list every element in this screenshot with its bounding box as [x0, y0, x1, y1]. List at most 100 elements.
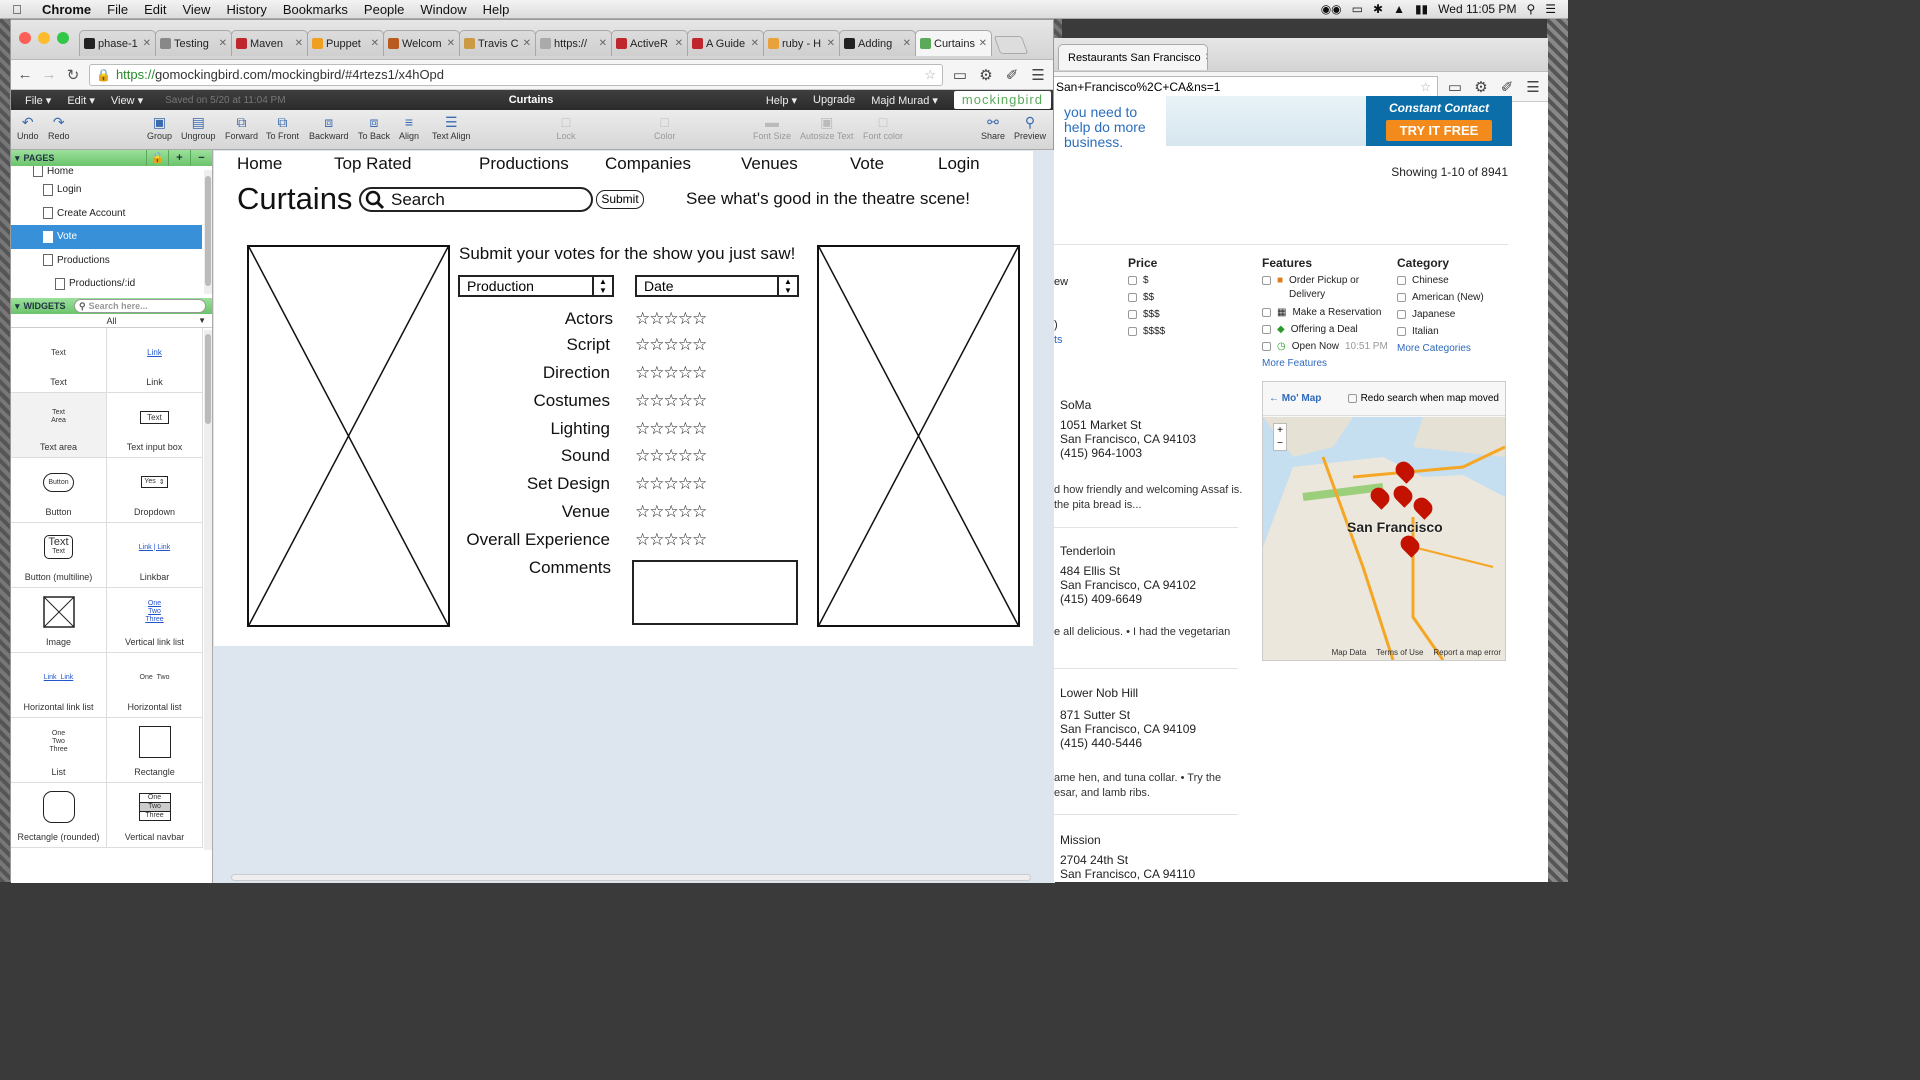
close-tab-icon[interactable]: ✕ — [219, 38, 227, 49]
widget-filter-select[interactable]: All ▼ — [11, 314, 212, 328]
mock-vote-heading[interactable]: Submit your votes for the show you just … — [459, 244, 795, 264]
page-item-productions-id[interactable]: Productions/:id — [11, 272, 212, 296]
widget-text-input-box[interactable]: Text Text input box — [107, 393, 203, 458]
app-menu-edit[interactable]: Edit ▾ — [59, 94, 103, 107]
mock-comments-box[interactable] — [632, 560, 798, 625]
align-button[interactable]: ≡ Align — [399, 113, 419, 141]
mock-label-direction[interactable]: Direction — [543, 363, 610, 383]
mockup-page[interactable]: Home Top Rated Productions Companies Ven… — [214, 151, 1033, 646]
widget-horizontal-list[interactable]: One Two Horizontal list — [107, 653, 203, 718]
category-italian[interactable]: Italian — [1397, 325, 1439, 339]
mock-stars-set-design[interactable]: ☆☆☆☆☆ — [635, 474, 707, 494]
checkbox[interactable] — [1347, 394, 1357, 403]
mock-date-dropdown[interactable]: Date ▲ ▼ — [635, 275, 799, 297]
menu-history[interactable]: History — [218, 2, 274, 17]
widget-link[interactable]: Link Link — [107, 328, 203, 393]
spotlight-icon[interactable]: ⚲ — [1526, 2, 1535, 16]
mock-nav-companies[interactable]: Companies — [605, 154, 691, 174]
add-page-button[interactable]: + — [168, 150, 190, 166]
price-filter-1[interactable]: $ — [1128, 274, 1149, 288]
cast-icon[interactable]: ▭ — [1446, 78, 1464, 96]
close-tab-icon[interactable]: ✕ — [295, 38, 303, 49]
close-tab-icon[interactable]: ✕ — [447, 38, 455, 49]
checkbox[interactable] — [1128, 310, 1137, 319]
second-url-field[interactable]: San+Francisco%2C+CA&ns=1 ☆ — [1054, 75, 1438, 98]
backward-button[interactable]: ⧈ Backward — [309, 113, 349, 142]
zoom-out-icon[interactable]: − — [1277, 438, 1283, 449]
clock[interactable]: Wed 11:05 PM — [1438, 2, 1516, 16]
map-widget[interactable]: ← Mo' Map Redo search when map moved + − … — [1262, 381, 1506, 661]
close-tab-icon[interactable]: ✕ — [979, 38, 987, 49]
redo-search-toggle[interactable]: Redo search when map moved — [1347, 393, 1499, 404]
yelp-tab[interactable]: Restaurants San Francisco ✕ — [1058, 44, 1208, 70]
zoom-in-icon[interactable]: + — [1277, 425, 1283, 436]
notifications-icon[interactable]: ☰ — [1545, 2, 1556, 16]
checkbox[interactable] — [1262, 308, 1271, 317]
app-menu-view[interactable]: View ▾ — [103, 94, 151, 107]
chrome-menu-icon[interactable]: ☰ — [1524, 78, 1542, 96]
app-menu-file[interactable]: File ▾ — [17, 94, 59, 107]
menu-edit[interactable]: Edit — [136, 2, 174, 17]
close-tab-icon[interactable]: ✕ — [523, 38, 531, 49]
redo-button[interactable]: ↷ Redo — [48, 113, 70, 142]
page-item-vote[interactable]: Vote — [11, 225, 202, 249]
close-tab-icon[interactable]: ✕ — [827, 38, 835, 49]
browser-tab[interactable]: Puppet ✕ — [307, 30, 384, 56]
widget-button[interactable]: Button Button — [11, 458, 107, 523]
forward-button[interactable]: ⧉ Forward — [225, 113, 258, 142]
checkbox[interactable] — [1397, 310, 1406, 319]
share-button[interactable]: ⚯ Share — [981, 113, 1005, 142]
autosize-text-button[interactable]: ▣ Autosize Text — [800, 113, 853, 142]
mock-stars-sound[interactable]: ☆☆☆☆☆ — [635, 446, 707, 466]
new-tab-button[interactable] — [993, 36, 1029, 54]
widget-vertical-link-list[interactable]: One Two Three Vertical link list — [107, 588, 203, 653]
menu-chrome[interactable]: Chrome — [34, 2, 99, 17]
mock-label-comments[interactable]: Comments — [529, 558, 611, 578]
browser-tab[interactable]: ruby - H ✕ — [763, 30, 840, 56]
mock-nav-vote[interactable]: Vote — [850, 154, 884, 174]
collapse-arrow-icon[interactable]: ▾ — [15, 153, 20, 164]
mock-label-venue[interactable]: Venue — [562, 502, 610, 522]
close-tab-icon[interactable]: ✕ — [599, 38, 607, 49]
mock-stars-actors[interactable]: ☆☆☆☆☆ — [635, 309, 707, 329]
undo-button[interactable]: ↶ Undo — [17, 113, 39, 142]
result-lower-nob-hill[interactable]: Lower Nob Hill 871 Sutter St San Francis… — [1060, 686, 1196, 750]
mo-map-link[interactable]: ← Mo' Map — [1269, 393, 1321, 404]
widget-search-input[interactable]: ⚲ Search here... — [74, 299, 206, 313]
mock-nav-venues[interactable]: Venues — [741, 154, 798, 174]
page-item-login[interactable]: Login — [11, 178, 212, 202]
widget-text-area[interactable]: Text Area Text area — [11, 393, 107, 458]
widget-dropdown[interactable]: Yes ⇕ Dropdown — [107, 458, 203, 523]
cast-icon[interactable]: ▭ — [951, 66, 969, 84]
widgets-scroll-thumb[interactable] — [205, 334, 211, 424]
close-tab-icon[interactable]: ✕ — [1205, 52, 1207, 63]
design-canvas[interactable]: Home Top Rated Productions Companies Ven… — [213, 150, 1055, 883]
menu-help[interactable]: Help — [475, 2, 518, 17]
ad-banner[interactable]: you need to help do more business. Const… — [1054, 96, 1512, 150]
checkbox[interactable] — [1397, 276, 1406, 285]
battery-icon[interactable]: ▮▮ — [1415, 2, 1428, 16]
mock-nav-productions[interactable]: Productions — [479, 154, 569, 174]
widget-rectangle-rounded[interactable]: Rectangle (rounded) — [11, 783, 107, 848]
report-map-error-link[interactable]: Report a map error — [1433, 648, 1501, 657]
widget-list[interactable]: One Two Three List — [11, 718, 107, 783]
checkbox[interactable] — [1397, 293, 1406, 302]
lock-button[interactable]: □ Lock — [556, 113, 576, 141]
color-button[interactable]: □ Color — [654, 113, 676, 141]
widget-vertical-navbar[interactable]: One Two Three Vertical navbar — [107, 783, 203, 848]
pages-scrollbar[interactable] — [204, 170, 212, 294]
apple-icon[interactable]:  — [0, 2, 34, 17]
mock-production-dropdown[interactable]: Production ▲ ▼ — [458, 275, 614, 297]
eyedropper-icon[interactable]: ✐ — [1003, 66, 1021, 84]
menu-view[interactable]: View — [174, 2, 218, 17]
map-data-link[interactable]: Map Data — [1332, 648, 1367, 657]
collapse-arrow-icon[interactable]: ▾ — [15, 301, 20, 312]
checkbox[interactable] — [1128, 327, 1137, 336]
wifi-icon[interactable]: ▲ — [1393, 2, 1405, 16]
price-filter-2[interactable]: $$ — [1128, 291, 1154, 305]
url-field[interactable]: 🔒 https://gomockingbird.com/mockingbird/… — [89, 63, 943, 86]
feature-deal[interactable]: ◆ Offering a Deal — [1262, 323, 1358, 337]
try-it-free-button[interactable]: TRY IT FREE — [1385, 120, 1493, 141]
lock-page-icon[interactable]: 🔒 — [146, 150, 168, 166]
mock-label-script[interactable]: Script — [567, 335, 610, 355]
